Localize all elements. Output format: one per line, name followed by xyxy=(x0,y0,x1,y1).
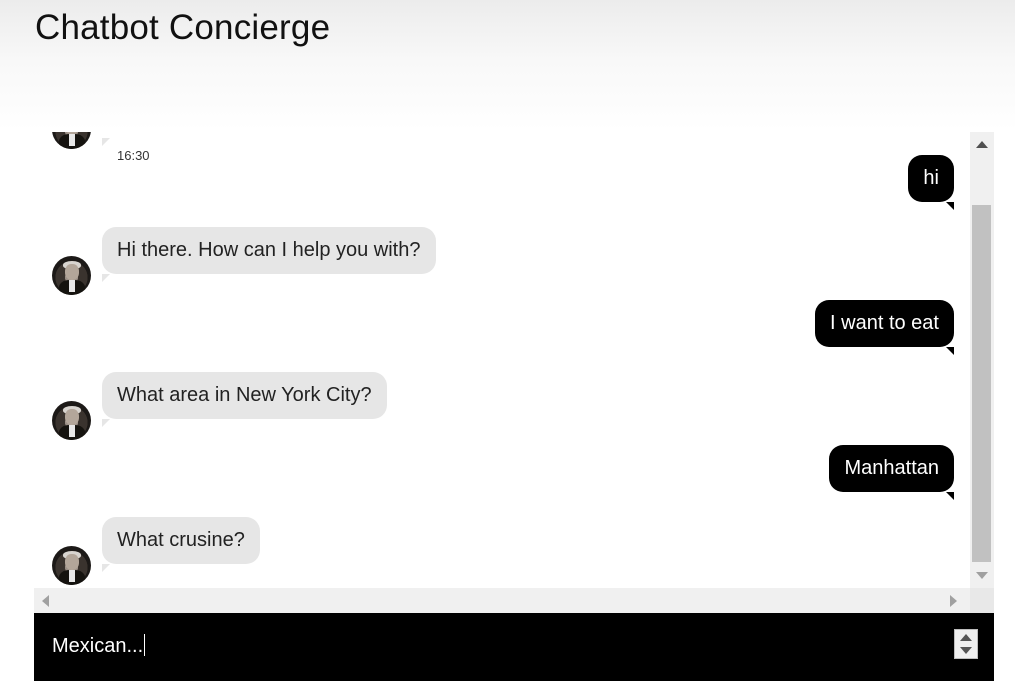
bot-message-bubble: What crusine? xyxy=(102,517,260,572)
triangle-left-icon[interactable] xyxy=(42,595,49,607)
spinner-up-icon[interactable] xyxy=(960,634,972,641)
message-input-value: Mexican... xyxy=(52,635,144,657)
message-input[interactable]: Mexican... xyxy=(52,634,146,658)
bot-avatar-icon xyxy=(52,132,91,149)
bot-avatar-icon xyxy=(52,401,91,440)
spinner-arrows-icon[interactable] xyxy=(954,629,978,659)
bot-avatar-icon xyxy=(52,256,91,295)
chat-viewport[interactable]: 16:30 hi Hi there. How can I help you wi… xyxy=(34,132,970,588)
bot-message-bubble: What area in New York City? xyxy=(102,372,387,427)
user-message-bubble: I want to eat xyxy=(815,300,954,355)
scrollbar-thumb[interactable] xyxy=(972,205,991,562)
triangle-right-icon[interactable] xyxy=(950,595,957,607)
page-title: Chatbot Concierge xyxy=(35,8,331,47)
message-time: 16:30 xyxy=(117,148,150,163)
chat-window: 16:30 hi Hi there. How can I help you wi… xyxy=(34,132,994,613)
horizontal-scrollbar[interactable] xyxy=(34,588,970,613)
message-input-bar: Mexican... xyxy=(34,613,994,681)
bot-avatar-icon xyxy=(52,546,91,585)
vertical-scrollbar[interactable] xyxy=(970,132,994,588)
page: Chatbot Concierge 16:30 hi Hi there. How… xyxy=(0,0,1015,695)
bubble-tail xyxy=(102,138,110,146)
text-caret xyxy=(144,634,146,656)
user-message-bubble: Manhattan xyxy=(829,445,954,500)
triangle-down-icon[interactable] xyxy=(976,572,988,579)
spinner-down-icon[interactable] xyxy=(960,647,972,654)
bot-message-bubble: Hi there. How can I help you with? xyxy=(102,227,436,282)
scrollbar-corner xyxy=(970,588,994,613)
triangle-up-icon[interactable] xyxy=(976,141,988,148)
user-message-bubble: hi xyxy=(908,155,954,210)
